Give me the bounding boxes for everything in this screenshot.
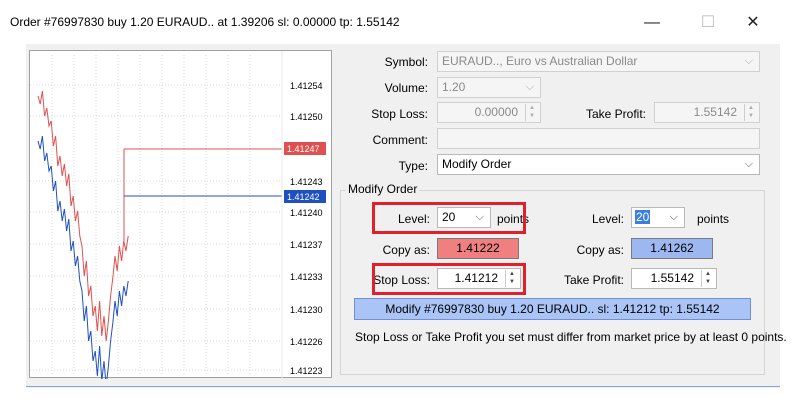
ask-price-tag-label: 1.41247 bbox=[287, 144, 320, 154]
tp-copy-button[interactable]: 1.41262 bbox=[631, 238, 713, 259]
stoploss-field[interactable]: 0.00000 ▲ ▼ bbox=[437, 102, 541, 123]
symbol-value: EURAUD.., Euro vs Australian Dollar bbox=[442, 54, 638, 68]
price-axis-label: 1.41230 bbox=[290, 305, 323, 315]
stoploss-highlight bbox=[372, 263, 526, 295]
symbol-label: Symbol: bbox=[384, 55, 428, 69]
bottom-border bbox=[26, 386, 780, 387]
sl-copy-label: Copy as: bbox=[382, 243, 430, 257]
spin-down-icon: ▼ bbox=[705, 279, 711, 285]
spin-up-icon: ▲ bbox=[529, 105, 535, 111]
chevron-down-icon: ⌵ bbox=[744, 55, 753, 67]
maximize-button[interactable]: ☐ bbox=[690, 10, 726, 36]
symbol-select[interactable]: EURAUD.., Euro vs Australian Dollar ⌵ bbox=[437, 51, 760, 72]
price-axis-label: 1.41233 bbox=[290, 272, 323, 282]
tp-level-label: Level: bbox=[591, 212, 624, 226]
type-select[interactable]: Modify Order ⌵ bbox=[437, 154, 760, 175]
comment-input[interactable] bbox=[437, 128, 760, 149]
volume-value: 1.20 bbox=[442, 80, 466, 94]
comment-label: Comment: bbox=[372, 133, 428, 147]
spin-up-icon: ▲ bbox=[705, 271, 711, 277]
price-axis-label: 1.41223 bbox=[290, 366, 323, 376]
price-axis-label: 1.41226 bbox=[290, 337, 323, 347]
chevron-down-icon: ⌵ bbox=[525, 81, 534, 93]
stoploss-value: 0.00000 bbox=[474, 105, 518, 119]
minimize-button[interactable]: — bbox=[634, 10, 670, 36]
takeprofit-field[interactable]: 1.55142 ▲ ▼ bbox=[654, 102, 760, 123]
tick-chart-svg: 1.41254 1.41250 1.41243 1.41240 1.41237 1.412… bbox=[30, 51, 326, 379]
level-highlight bbox=[372, 202, 526, 234]
price-axis-label: 1.41240 bbox=[290, 208, 323, 218]
bid-price-tag-label: 1.41242 bbox=[287, 192, 320, 202]
takeprofit-spinner[interactable]: ▲ ▼ bbox=[744, 104, 757, 121]
tp-field[interactable]: 1.55142 ▲ ▼ bbox=[631, 268, 717, 289]
tp-level-select[interactable]: 20 ⌵ bbox=[631, 207, 685, 228]
price-axis-label: 1.41243 bbox=[290, 177, 323, 187]
modify-order-title: Modify Order bbox=[346, 182, 420, 196]
tp-points-label: points bbox=[697, 212, 730, 226]
type-label: Type: bbox=[398, 159, 428, 173]
volume-select[interactable]: 1.20 ⌵ bbox=[437, 77, 541, 98]
price-axis-label: 1.41254 bbox=[290, 81, 323, 91]
spin-up-icon: ▲ bbox=[748, 105, 754, 111]
spin-down-icon: ▼ bbox=[529, 113, 535, 119]
min-distance-note: Stop Loss or Take Profit you set must di… bbox=[355, 330, 787, 344]
takeprofit-label: Take Profit: bbox=[585, 107, 646, 121]
sl-copy-button[interactable]: 1.41222 bbox=[437, 238, 519, 259]
tp-label: Take Profit: bbox=[563, 273, 624, 287]
stoploss-spinner[interactable]: ▲ ▼ bbox=[525, 104, 538, 121]
takeprofit-value: 1.55142 bbox=[693, 105, 737, 119]
tp-copy-label: Copy as: bbox=[576, 243, 624, 257]
price-axis-label: 1.41250 bbox=[290, 112, 323, 122]
tp-spinner[interactable]: ▲ ▼ bbox=[701, 270, 714, 287]
close-button[interactable]: ✕ bbox=[735, 10, 771, 36]
tp-value: 1.55142 bbox=[650, 271, 694, 285]
tick-chart: 1.41254 1.41250 1.41243 1.41240 1.41237 1.412… bbox=[29, 50, 332, 379]
volume-label: Volume: bbox=[384, 81, 428, 95]
tp-level-value: 20 bbox=[635, 210, 651, 224]
price-axis-label: 1.41237 bbox=[290, 240, 323, 250]
title-bar: Order #76997830 buy 1.20 EURAUD.. at 1.3… bbox=[0, 0, 800, 44]
spin-down-icon: ▼ bbox=[748, 113, 754, 119]
stoploss-label: Stop Loss: bbox=[371, 107, 428, 121]
chevron-down-icon: ⌵ bbox=[669, 211, 678, 223]
type-value: Modify Order bbox=[442, 157, 512, 171]
modify-button[interactable]: Modify #76997830 buy 1.20 EURAUD.. sl: 1… bbox=[354, 298, 751, 320]
chevron-down-icon: ⌵ bbox=[744, 158, 753, 170]
window-title: Order #76997830 buy 1.20 EURAUD.. at 1.3… bbox=[10, 15, 400, 29]
